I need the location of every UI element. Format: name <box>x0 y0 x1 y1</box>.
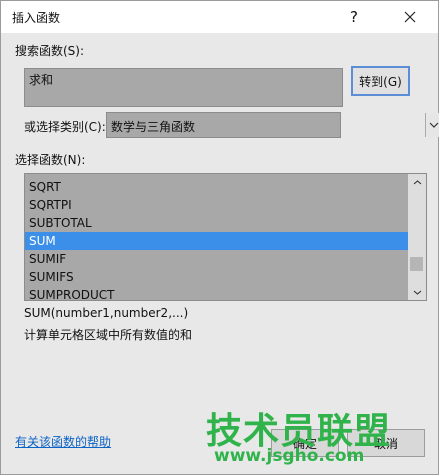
list-item[interactable]: SQRT <box>25 178 408 196</box>
help-button[interactable]: ? <box>341 5 367 29</box>
scroll-up-button[interactable] <box>408 174 426 190</box>
scroll-thumb[interactable] <box>410 257 423 271</box>
title-bar: 插入函数 ? <box>1 1 438 33</box>
search-input[interactable]: 求和 <box>24 68 343 107</box>
list-item-selected[interactable]: SUM <box>25 232 408 250</box>
list-item[interactable]: SUBTOTAL <box>25 214 408 232</box>
search-value: 求和 <box>29 73 54 87</box>
dialog-title: 插入函数 <box>12 11 61 25</box>
close-button[interactable] <box>397 5 423 29</box>
category-select[interactable]: 数学与三角函数 <box>106 112 439 138</box>
function-list[interactable]: SQRT SQRTPI SUBTOTAL SUM SUMIF SUMIFS SU… <box>24 173 427 301</box>
function-label: 选择函数(N): <box>15 153 86 167</box>
list-item[interactable]: SQRTPI <box>25 196 408 214</box>
category-value: 数学与三角函数 <box>111 120 196 134</box>
category-dropdown-button[interactable] <box>425 113 439 137</box>
close-icon <box>404 11 416 23</box>
list-item[interactable]: SUMIF <box>25 250 408 268</box>
search-label: 搜索函数(S): <box>15 44 85 58</box>
function-syntax: SUM(number1,number2,...) <box>24 306 189 320</box>
chevron-down-icon <box>429 122 439 128</box>
list-scrollbar[interactable] <box>408 174 426 300</box>
goto-button[interactable]: 转到(G) <box>351 66 410 96</box>
function-description: 计算单元格区域中所有数值的和 <box>24 328 193 342</box>
category-label: 或选择类别(C): <box>24 120 106 134</box>
watermark-url: www.jsgho.com <box>214 446 365 466</box>
list-item[interactable]: SUMPRODUCT <box>25 286 408 300</box>
function-help-link[interactable]: 有关该函数的帮助 <box>15 433 111 450</box>
chevron-up-icon <box>413 179 421 184</box>
list-item[interactable]: SUMIFS <box>25 268 408 286</box>
scroll-down-button[interactable] <box>408 284 426 300</box>
chevron-down-icon <box>413 290 421 295</box>
help-icon: ? <box>350 8 358 26</box>
